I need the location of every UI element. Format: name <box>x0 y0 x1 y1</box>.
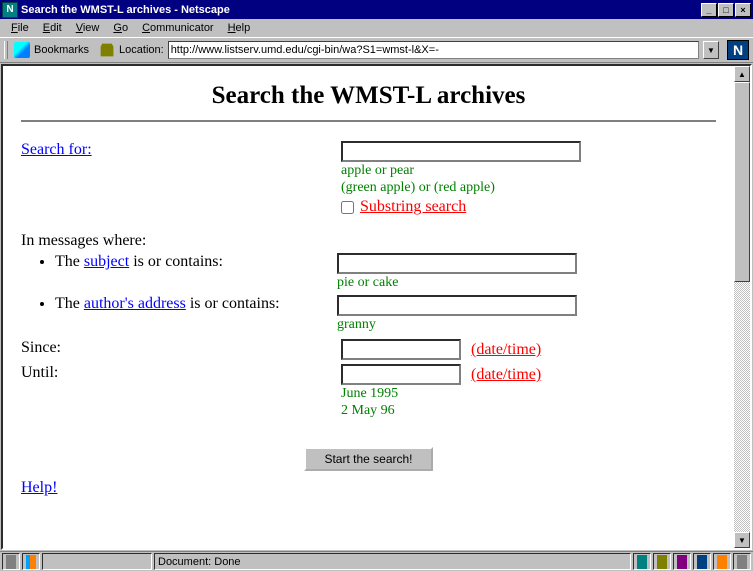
search-hint-2: (green apple) or (red apple) <box>341 180 716 196</box>
status-component-3-icon[interactable] <box>673 553 691 570</box>
date-hint-2: 2 May 96 <box>341 403 716 419</box>
location-label: Location: <box>119 44 164 56</box>
since-input[interactable] <box>341 339 461 360</box>
close-button[interactable]: × <box>735 3 751 17</box>
window-title: Search the WMST-L archives - Netscape <box>21 4 700 16</box>
titlebar: N Search the WMST-L archives - Netscape … <box>0 0 753 19</box>
search-hint-1: apple or pear <box>341 163 716 179</box>
menu-edit[interactable]: Edit <box>36 21 69 35</box>
date-hint-1: June 1995 <box>341 386 716 402</box>
in-messages-label: In messages where: <box>21 232 716 250</box>
subject-prefix: The <box>55 253 84 270</box>
submit-row: Start the search! <box>21 447 716 471</box>
scroll-up-button[interactable]: ▲ <box>734 66 750 82</box>
until-input[interactable] <box>341 364 461 385</box>
author-link[interactable]: author's address <box>84 295 186 312</box>
author-input[interactable] <box>337 295 577 316</box>
url-dropdown-button[interactable]: ▼ <box>703 41 719 59</box>
author-hint: granny <box>337 317 716 333</box>
statusbar: Document: Done <box>0 551 753 571</box>
menu-help[interactable]: Help <box>221 21 258 35</box>
search-for-row: Search for: apple or pear (green apple) … <box>21 141 716 216</box>
menu-communicator[interactable]: Communicator <box>135 21 221 35</box>
netscape-logo[interactable]: N <box>727 40 749 60</box>
help-link[interactable]: Help! <box>21 479 57 496</box>
substring-link[interactable]: Substring search <box>360 198 466 216</box>
search-for-link[interactable]: Search for: <box>21 141 92 158</box>
subject-link[interactable]: subject <box>84 253 129 270</box>
subject-input[interactable] <box>337 253 577 274</box>
toolbar-grip[interactable] <box>4 41 8 59</box>
menubar: File Edit View Go Communicator Help <box>0 19 753 37</box>
status-component-6-icon[interactable] <box>733 553 751 570</box>
status-text: Document: Done <box>154 553 631 570</box>
until-row: Until: (date/time) June 1995 2 May 96 <box>21 364 716 419</box>
search-form: Search for: apple or pear (green apple) … <box>21 141 716 497</box>
since-row: Since: (date/time) <box>21 339 716 360</box>
scroll-down-button[interactable]: ▼ <box>734 532 750 548</box>
substring-checkbox[interactable] <box>341 201 354 214</box>
until-label: Until: <box>21 364 58 381</box>
status-component-2-icon[interactable] <box>653 553 671 570</box>
vertical-scrollbar[interactable]: ▲ ▼ <box>734 66 750 548</box>
url-input[interactable] <box>168 41 699 59</box>
scroll-track[interactable] <box>734 282 750 532</box>
author-suffix: is or contains: <box>186 295 280 312</box>
author-row: The author's address is or contains: gra… <box>55 295 716 333</box>
maximize-button[interactable]: □ <box>718 3 734 17</box>
since-datetime-link[interactable]: (date/time) <box>471 341 541 358</box>
status-progress <box>42 553 152 570</box>
menu-go[interactable]: Go <box>106 21 135 35</box>
location-toolbar: Bookmarks Location: ▼ N <box>0 37 753 63</box>
start-search-button[interactable]: Start the search! <box>304 447 432 471</box>
until-datetime-link[interactable]: (date/time) <box>471 366 541 383</box>
status-nav-icon[interactable] <box>22 553 40 570</box>
subject-hint: pie or cake <box>337 275 716 291</box>
minimize-button[interactable]: _ <box>701 3 717 17</box>
viewport: Search the WMST-L archives Search for: a… <box>1 64 752 550</box>
bookmarks-icon[interactable] <box>14 42 30 58</box>
horizontal-rule <box>21 120 716 123</box>
location-icon[interactable] <box>99 42 115 58</box>
status-component-4-icon[interactable] <box>693 553 711 570</box>
app-icon: N <box>2 2 18 18</box>
status-component-5-icon[interactable] <box>713 553 731 570</box>
bookmarks-label[interactable]: Bookmarks <box>34 44 89 56</box>
window-buttons: _ □ × <box>700 3 751 17</box>
author-prefix: The <box>55 295 84 312</box>
page-content: Search the WMST-L archives Search for: a… <box>3 66 734 548</box>
subject-row: The subject is or contains: pie or cake <box>55 253 716 291</box>
subject-suffix: is or contains: <box>129 253 223 270</box>
since-label: Since: <box>21 339 61 356</box>
scroll-thumb[interactable] <box>734 82 750 282</box>
status-security-icon[interactable] <box>2 553 20 570</box>
menu-view[interactable]: View <box>69 21 107 35</box>
page-title: Search the WMST-L archives <box>21 82 716 110</box>
status-component-1-icon[interactable] <box>633 553 651 570</box>
message-criteria-list: The subject is or contains: pie or cake … <box>21 253 716 333</box>
search-for-input[interactable] <box>341 141 581 162</box>
menu-file[interactable]: File <box>4 21 36 35</box>
